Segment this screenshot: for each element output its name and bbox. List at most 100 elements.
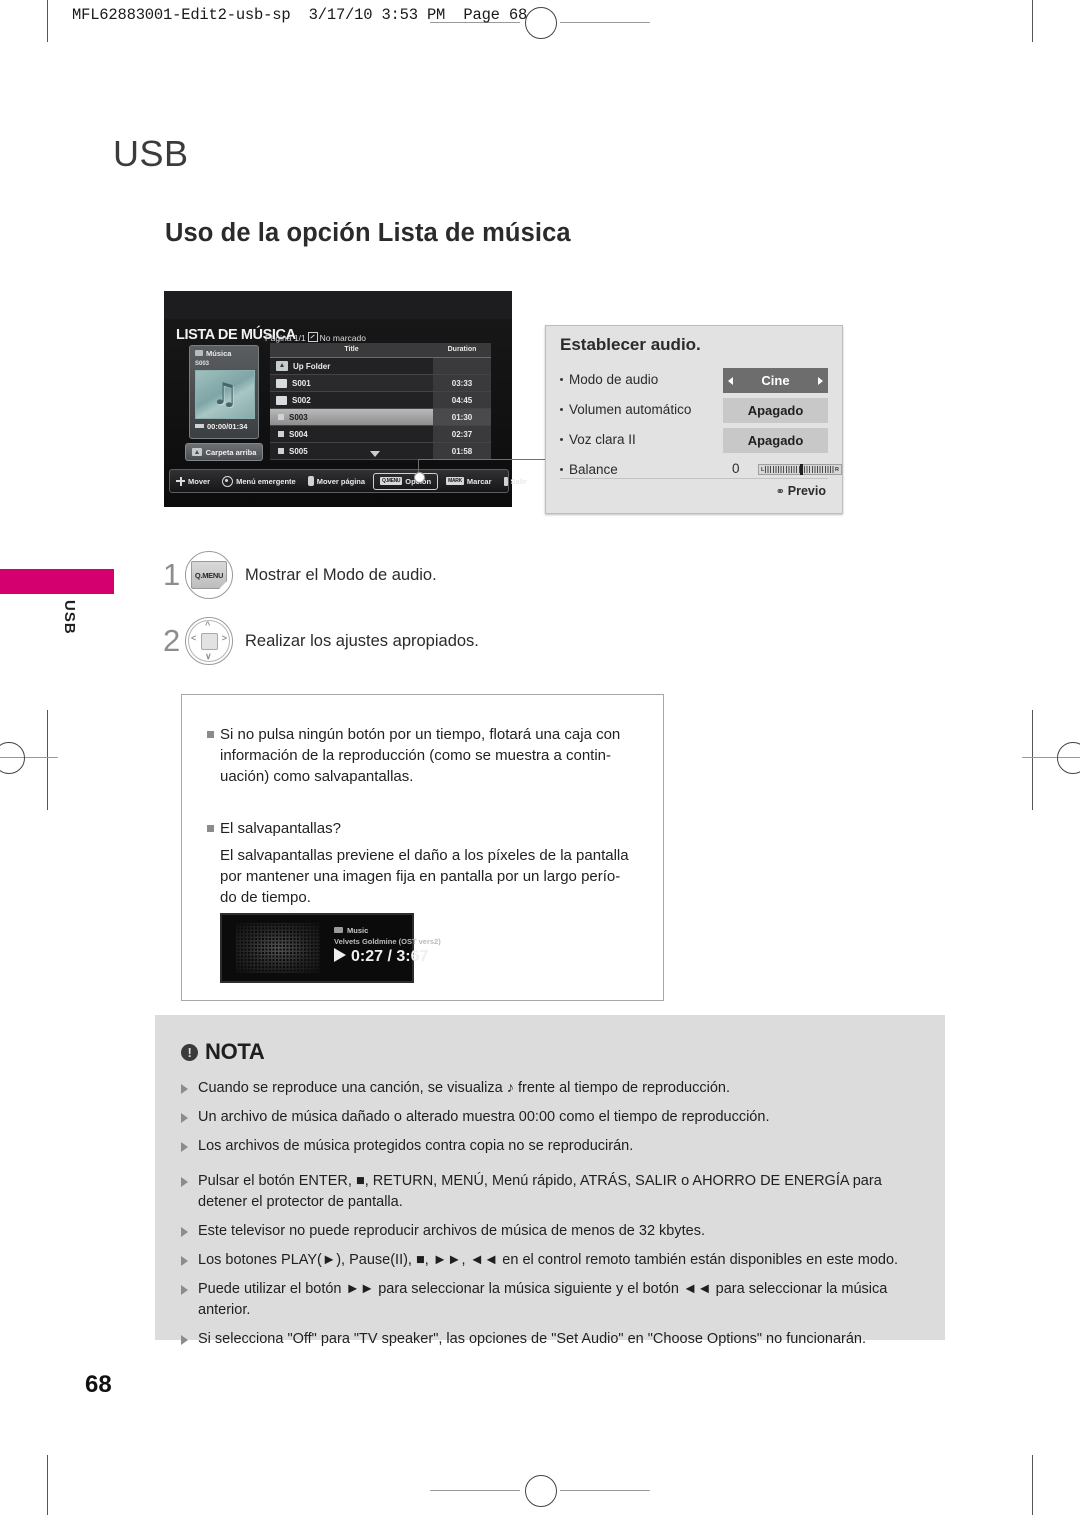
nota-item-text: Pulsar el botón ENTER, ■, RETURN, MENÚ, … xyxy=(198,1173,882,1210)
up-folder-button[interactable]: Carpeta arriba xyxy=(185,443,263,461)
navigation-button-graphic[interactable]: ^ ∨ < > xyxy=(185,617,233,665)
registration-mark xyxy=(1057,742,1080,774)
screensaver-time-text: 0:27 / 3:67 xyxy=(351,948,429,965)
chevron-left-icon[interactable] xyxy=(728,377,733,385)
crop-mark-line xyxy=(1032,1455,1033,1515)
column-header-title: Title xyxy=(344,346,359,353)
audio-panel-title: Establecer audio. xyxy=(560,335,701,354)
toolbar-item-move-page[interactable]: Mover página xyxy=(302,476,371,486)
audio-mode-label: Modo de audio xyxy=(569,372,659,387)
crop-mark-line xyxy=(1032,710,1033,810)
chevron-right-icon[interactable] xyxy=(818,377,823,385)
toolbar-item-exit[interactable]: Salir xyxy=(498,476,533,486)
toolbar-item-popup-menu[interactable]: Menú emergente xyxy=(216,475,302,487)
previous-label: Previo xyxy=(787,484,826,498)
info-para-line3: do de tiempo. xyxy=(220,889,311,906)
table-row-selected[interactable]: S003 01:30 xyxy=(270,409,491,426)
bullet-icon xyxy=(560,408,563,411)
table-row[interactable]: S005 01:58 xyxy=(270,443,491,460)
album-thumbnail: ♫ xyxy=(195,370,255,419)
audio-row-label: Balance xyxy=(560,462,618,477)
table-row[interactable]: S002 04:45 xyxy=(270,392,491,409)
bullet-icon xyxy=(560,378,563,381)
progress-icon xyxy=(195,424,204,428)
clear-voice-value[interactable]: Apagado xyxy=(723,428,828,453)
balance-slider[interactable]: L R xyxy=(758,464,842,475)
audio-row-auto-volume: Volumen automático Apagado xyxy=(560,398,828,428)
clear-voice-label: Voz clara II xyxy=(569,432,636,447)
arrow-left-icon: < xyxy=(191,633,197,643)
up-folder-icon xyxy=(191,448,202,456)
row-name-cell: S001 xyxy=(270,375,433,391)
music-note-icon: ♫ xyxy=(211,376,239,412)
folder-icon xyxy=(276,395,287,405)
nota-item: Los archivos de música protegidos contra… xyxy=(181,1136,925,1157)
triangle-bullet-icon xyxy=(181,1113,188,1123)
navigation-pad-icon[interactable]: ^ ∨ < > xyxy=(188,620,230,662)
play-icon xyxy=(334,948,346,962)
toolbar-item-move[interactable]: Mover xyxy=(170,476,216,486)
bullet-icon xyxy=(560,468,563,471)
audio-settings-panel: Establecer audio. Modo de audio Cine Vol… xyxy=(545,325,843,514)
audio-mode-value[interactable]: Cine xyxy=(723,368,828,393)
toolbar-item-mark[interactable]: MARK Marcar xyxy=(440,477,497,486)
audio-mode-value-text: Cine xyxy=(761,373,790,388)
exit-icon xyxy=(503,476,508,486)
row-duration: 01:30 xyxy=(433,409,491,425)
up-folder-label: Carpeta arriba xyxy=(205,447,257,457)
mark-status-text: No marcado xyxy=(319,333,366,343)
scroll-down-icon[interactable] xyxy=(370,451,380,457)
row-name: S002 xyxy=(292,395,311,405)
crop-mark-line xyxy=(430,1490,520,1491)
audio-row-label: Volumen automático xyxy=(560,402,691,417)
callout-line xyxy=(418,459,546,460)
info-bullet-2-text: El salvapantallas? xyxy=(220,820,341,837)
balance-right-label: R xyxy=(835,466,839,473)
dpad-icon xyxy=(176,476,185,486)
step-number: 2 xyxy=(163,623,181,658)
table-row[interactable]: S004 02:37 xyxy=(270,426,491,443)
table-row[interactable]: S001 03:33 xyxy=(270,375,491,392)
nota-item: Puede utilizar el botón ►► para seleccio… xyxy=(181,1279,925,1321)
toolbar-label: Menú emergente xyxy=(236,476,296,486)
nota-item-text: Los botones PLAY(►), Pause(II), ■, ►►, ◄… xyxy=(198,1252,899,1268)
crop-mark-line xyxy=(47,1455,48,1515)
folder-icon xyxy=(195,350,203,356)
preview-header: Música xyxy=(195,349,231,358)
screensaver-track: Velvets Goldmine (OST vers2) xyxy=(334,937,441,946)
nota-heading: ! NOTA xyxy=(181,1039,265,1065)
auto-volume-value[interactable]: Apagado xyxy=(723,398,828,423)
arrow-up-icon: ^ xyxy=(205,620,211,630)
screen-top-bar xyxy=(164,291,512,319)
table-row[interactable]: Up Folder xyxy=(270,358,491,375)
page-icon xyxy=(307,476,314,486)
qmenu-button-graphic[interactable]: Q.MENU xyxy=(185,551,233,599)
toolbar-item-option[interactable]: Q.MENU Opción xyxy=(373,472,439,490)
print-header-text: MFL62883001-Edit2-usb-sp 3/17/10 3:53 PM… xyxy=(72,6,528,24)
wheel-icon xyxy=(222,475,234,487)
previous-button[interactable]: ⚭ Previo xyxy=(776,484,826,498)
music-file-icon xyxy=(278,431,284,437)
music-icon xyxy=(334,927,343,933)
row-name: S001 xyxy=(292,378,311,388)
triangle-bullet-icon xyxy=(181,1227,188,1237)
row-name-cell: Up Folder xyxy=(270,358,433,374)
nota-item-text: Un archivo de música dañado o alterado m… xyxy=(198,1109,770,1125)
section-title: Uso de la opción Lista de música xyxy=(165,219,571,247)
crop-mark-line xyxy=(47,710,48,810)
info-bullet-1: Si no pulsa ningún botón por un tiempo, … xyxy=(207,724,637,745)
toolbar-label: Salir xyxy=(510,476,527,486)
balance-knob[interactable] xyxy=(799,464,803,475)
nota-list: Cuando se reproduce una canción, se visu… xyxy=(181,1078,925,1358)
step-text: Mostrar el Modo de audio. xyxy=(245,565,437,584)
folder-icon xyxy=(276,378,287,388)
row-duration: 02:37 xyxy=(433,426,491,442)
step-2: 2 ^ ∨ < > Realizar los ajustes apropiado… xyxy=(163,617,479,665)
square-bullet-icon xyxy=(207,825,214,832)
row-name-cell: S004 xyxy=(270,426,433,442)
preview-card: Música S003 ♫ 00:00/01:34 xyxy=(189,345,259,439)
balance-label: Balance xyxy=(569,462,618,477)
nota-item: Si selecciona "Off" para "TV speaker", l… xyxy=(181,1329,925,1350)
qmenu-keycap: Q.MENU xyxy=(380,477,403,485)
info-para-line1: El salvapantallas previene el daño a los… xyxy=(220,847,629,864)
